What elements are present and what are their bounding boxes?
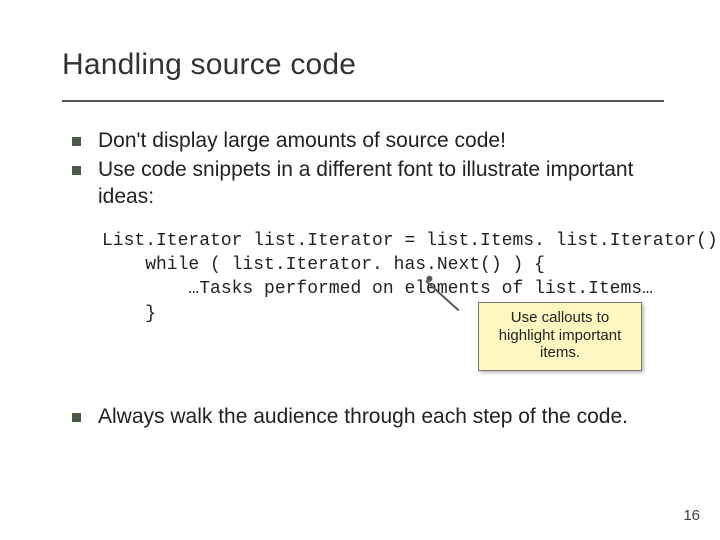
code-line: } — [102, 304, 156, 324]
bullet-list-bottom: Always walk the audience through each st… — [62, 404, 664, 431]
page-number: 16 — [683, 507, 700, 524]
bullet-list-top: Don't display large amounts of source co… — [62, 128, 664, 211]
slide-title: Handling source code — [62, 48, 664, 82]
callout-box: Use callouts to highlight important item… — [478, 302, 642, 371]
bullet-item: Don't display large amounts of source co… — [68, 128, 664, 155]
slide: Handling source code Don't display large… — [0, 0, 720, 540]
title-rule — [62, 100, 664, 102]
code-line: while ( list.Iterator. has.Next() ) { — [102, 255, 545, 275]
callout-text: Use callouts to highlight important item… — [499, 309, 622, 361]
bullet-item: Always walk the audience through each st… — [68, 404, 664, 431]
bullet-item: Use code snippets in a different font to… — [68, 157, 664, 211]
code-line: List.Iterator list.Iterator = list.Items… — [102, 231, 720, 251]
code-line: …Tasks performed on elements of list.Ite… — [102, 279, 653, 299]
